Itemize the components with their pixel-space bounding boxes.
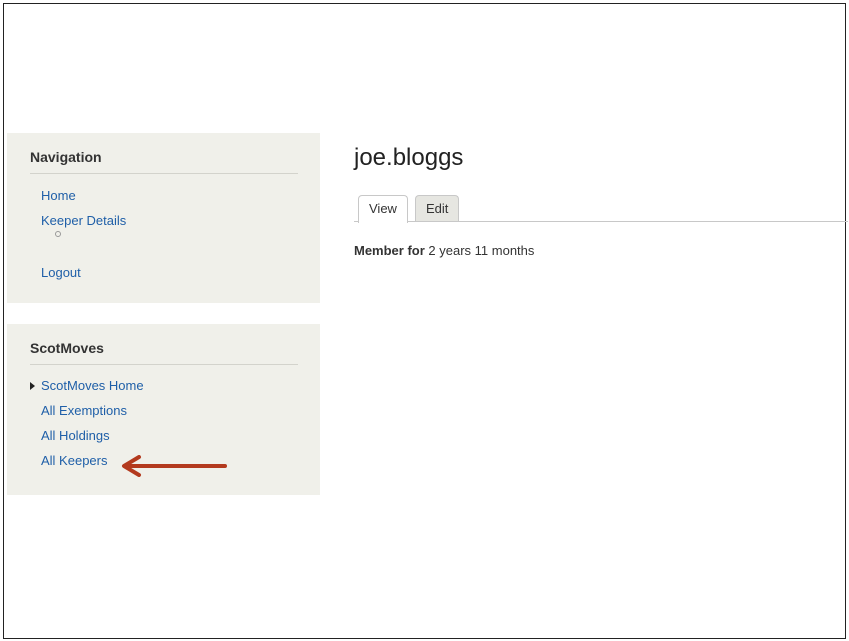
member-label: Member for bbox=[354, 243, 425, 258]
all-keepers-link[interactable]: All Keepers bbox=[41, 453, 107, 468]
home-link[interactable]: Home bbox=[41, 188, 76, 203]
member-duration: Member for 2 years 11 months bbox=[354, 243, 534, 258]
navigation-title: Navigation bbox=[30, 149, 298, 174]
screenshot-frame: Navigation Home Keeper Details Logout Sc… bbox=[3, 3, 848, 639]
navigation-menu: Home Keeper Details Logout bbox=[30, 188, 298, 281]
tab-view[interactable]: View bbox=[358, 195, 408, 223]
nav-item-home: Home bbox=[30, 188, 298, 204]
nav-item-logout: Logout bbox=[30, 265, 298, 281]
scotmoves-item-holdings: All Holdings bbox=[30, 428, 298, 444]
all-exemptions-link[interactable]: All Exemptions bbox=[41, 403, 127, 418]
member-value: 2 years 11 months bbox=[428, 243, 535, 258]
tab-edit[interactable]: Edit bbox=[415, 195, 460, 221]
page-title: joe.bloggs bbox=[354, 144, 464, 171]
logout-link[interactable]: Logout bbox=[41, 265, 81, 280]
nav-item-keeper-details: Keeper Details bbox=[30, 213, 298, 256]
annotation-arrow-icon bbox=[122, 455, 227, 477]
keeper-details-link[interactable]: Keeper Details bbox=[41, 213, 126, 228]
all-holdings-link[interactable]: All Holdings bbox=[41, 428, 110, 443]
scotmoves-title: ScotMoves bbox=[30, 340, 298, 365]
navigation-block: Navigation Home Keeper Details Logout bbox=[7, 133, 320, 303]
profile-tabs: View Edit bbox=[354, 193, 848, 223]
collapsed-triangle-icon bbox=[30, 382, 35, 390]
scotmoves-home-link[interactable]: ScotMoves Home bbox=[41, 378, 144, 393]
scotmoves-item-home: ScotMoves Home bbox=[30, 378, 298, 394]
scotmoves-item-exemptions: All Exemptions bbox=[30, 403, 298, 419]
